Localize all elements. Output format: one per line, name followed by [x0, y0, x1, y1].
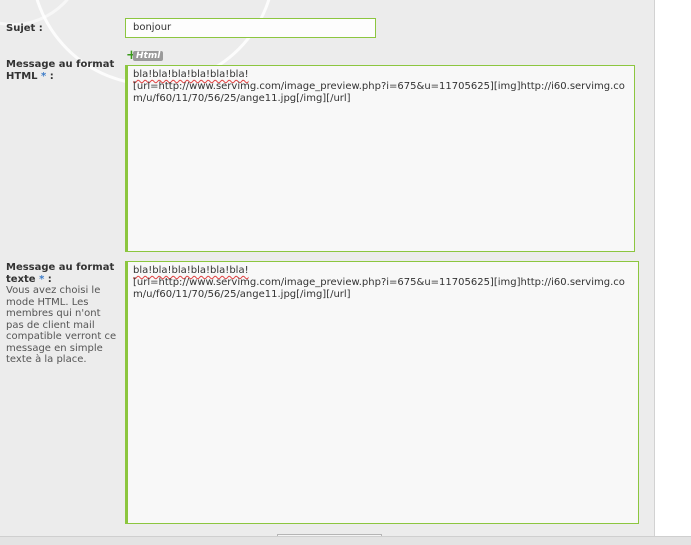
form-panel: Sujet : bonjour Message au format HTML *…: [0, 0, 654, 536]
textarea-line: bla!bla!bla!bla!bla!bla!: [133, 69, 249, 80]
textarea-line: [url=http://www.servimg.com/image_previe…: [133, 81, 625, 104]
page-bottom-margin: [0, 536, 691, 545]
required-marker: *: [41, 71, 47, 82]
textarea-line: [url=http://www.servimg.com/image_previe…: [133, 277, 625, 300]
html-badge-label: Html: [133, 51, 164, 61]
html-message-textarea[interactable]: bla!bla!bla!bla!bla!bla! [url=http://www…: [125, 65, 635, 252]
subject-input[interactable]: bonjour: [125, 18, 376, 38]
required-marker: *: [39, 274, 45, 285]
textarea-line: bla!bla!bla!bla!bla!bla!: [133, 265, 249, 276]
html-mode-badge[interactable]: + Html: [126, 49, 164, 62]
page-right-margin: [654, 0, 691, 536]
text-message-label: Message au format texte * :: [6, 262, 115, 285]
text-message-textarea[interactable]: bla!bla!bla!bla!bla!bla! [url=http://www…: [125, 261, 639, 524]
html-message-label: Message au format HTML * :: [6, 59, 115, 82]
text-message-help: Vous avez choisi le mode HTML. Les membr…: [6, 285, 117, 365]
subject-label: Sujet :: [6, 23, 43, 34]
